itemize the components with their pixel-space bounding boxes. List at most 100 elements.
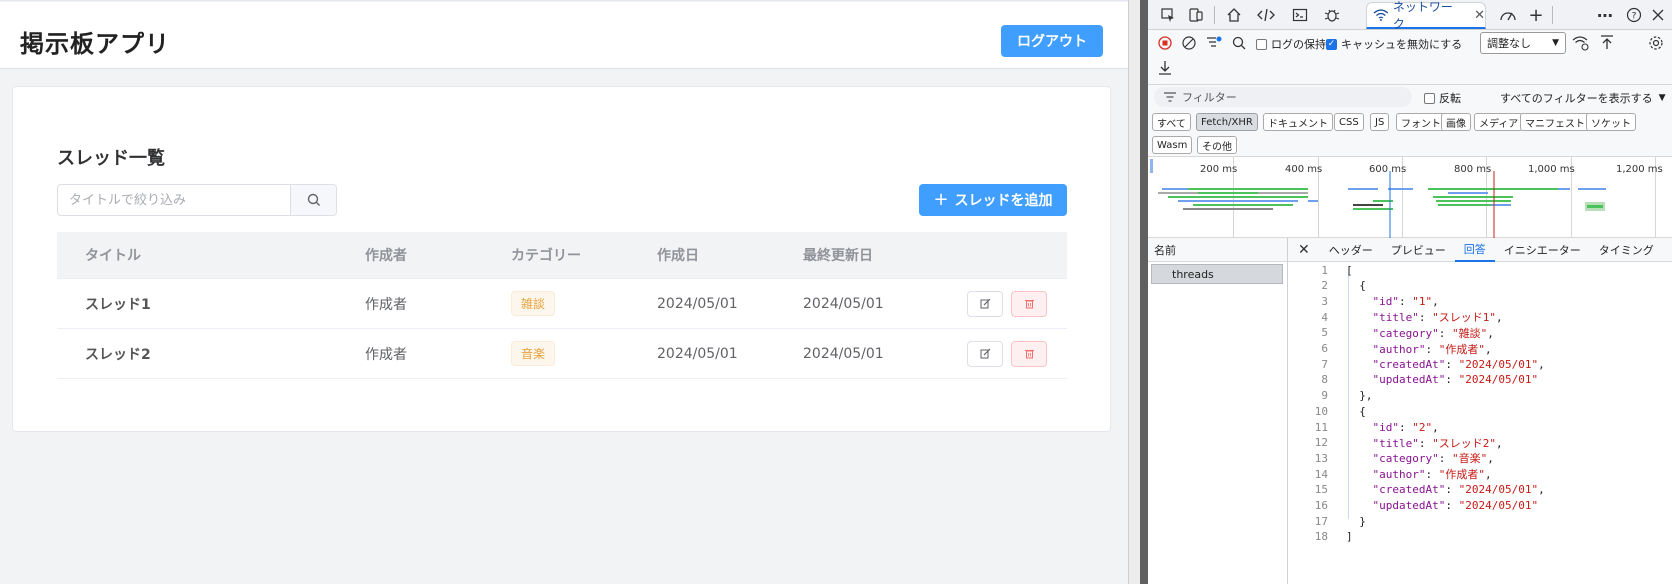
disable-cache-checkbox[interactable]: ✓ キャッシュを無効にする xyxy=(1326,36,1462,52)
name-column-header[interactable]: 名前 xyxy=(1148,238,1287,262)
chip-media[interactable]: メディア xyxy=(1474,113,1524,131)
caret-down-icon: ▼ xyxy=(1658,93,1666,103)
filter-settings-icon[interactable] xyxy=(1206,35,1222,49)
network-conditions-icon[interactable] xyxy=(1572,35,1590,51)
col-created: 作成日 xyxy=(657,248,699,264)
inspect-icon[interactable] xyxy=(1158,5,1178,25)
search-icon[interactable] xyxy=(1232,36,1246,50)
filter-input[interactable]: フィルター xyxy=(1154,87,1412,107)
tab-initiator[interactable]: イニシエーター xyxy=(1495,238,1590,262)
close-detail-icon[interactable]: ✕ xyxy=(1288,242,1320,258)
row-category: 音楽 xyxy=(511,341,556,366)
chip-image[interactable]: 画像 xyxy=(1441,113,1471,131)
line-number: 10 xyxy=(1314,404,1328,418)
response-viewer[interactable]: 1[2 {3 "id": "1", 4 "title": "スレッド1", 5 "c… xyxy=(1288,262,1672,584)
line-number: 12 xyxy=(1314,436,1328,450)
network-timeline[interactable]: 200 ms 400 ms 600 ms 800 ms 1,000 ms 1,2… xyxy=(1148,157,1672,238)
settings-gear-icon[interactable] xyxy=(1648,35,1664,51)
code-text: "author": "作成者", xyxy=(1372,342,1492,356)
performance-icon[interactable] xyxy=(1498,5,1518,25)
throttle-value: 調整なし xyxy=(1487,37,1531,50)
bug-icon[interactable] xyxy=(1322,5,1342,25)
search-button[interactable] xyxy=(290,185,336,215)
clear-icon[interactable] xyxy=(1182,36,1196,50)
close-icon[interactable]: ✕ xyxy=(1474,8,1485,23)
close-devtools-icon[interactable] xyxy=(1648,5,1668,25)
line-number: 11 xyxy=(1314,420,1328,434)
record-icon[interactable] xyxy=(1158,36,1172,50)
wifi-icon xyxy=(1373,9,1389,21)
elements-icon[interactable] xyxy=(1256,5,1276,25)
chip-font[interactable]: フォント xyxy=(1396,113,1446,131)
tab-preview[interactable]: プレビュー xyxy=(1382,238,1455,262)
network-toolbar: ログの保持 ✓ キャッシュを無効にする 調整なし ▼ xyxy=(1148,30,1672,85)
filter-placeholder: フィルター xyxy=(1182,91,1237,104)
code-text: }, xyxy=(1346,389,1373,403)
devtools-edge xyxy=(1140,0,1148,584)
code-text: "title": "スレッド1", xyxy=(1372,311,1503,325)
code-text: "updatedAt": "2024/05/01" xyxy=(1372,373,1539,387)
import-har-icon[interactable] xyxy=(1600,34,1614,50)
edit-button[interactable] xyxy=(967,340,1003,367)
code-text: "author": "作成者", xyxy=(1372,468,1492,482)
line-number: 1 xyxy=(1321,263,1328,277)
code-line: 17 } xyxy=(1288,513,1366,529)
row-actions xyxy=(967,290,1047,317)
tab-timing[interactable]: タイミング xyxy=(1590,238,1663,262)
device-toggle-icon[interactable] xyxy=(1186,5,1206,25)
preserve-log-checkbox[interactable]: ログの保持 xyxy=(1256,36,1326,52)
chip-wasm[interactable]: Wasm xyxy=(1152,136,1193,154)
code-line: 14 "author": "作成者", xyxy=(1288,466,1492,482)
code-line: 5 "category": "雑談", xyxy=(1288,325,1493,341)
resource-type-filters: すべて Fetch/XHR ドキュメント CSS JS フォント 画像 メディア… xyxy=(1148,109,1672,157)
line-number: 4 xyxy=(1321,310,1328,324)
show-all-filters-dropdown[interactable]: すべてのフィルターを表示する ▼ xyxy=(1500,90,1666,106)
tab-response[interactable]: 回答 xyxy=(1454,238,1495,262)
code-text: ] xyxy=(1346,530,1353,544)
row-category: 雑談 xyxy=(511,291,556,316)
chip-all[interactable]: すべて xyxy=(1152,113,1191,131)
invert-checkbox[interactable]: 反転 xyxy=(1424,90,1461,106)
table-row[interactable]: スレッド2 作成者 音楽 2024/05/01 2024/05/01 xyxy=(57,329,1067,379)
throttle-select[interactable]: 調整なし ▼ xyxy=(1480,32,1566,54)
chip-socket[interactable]: ソケット xyxy=(1586,113,1636,131)
edit-button[interactable] xyxy=(967,290,1003,317)
col-updated: 最終更新日 xyxy=(803,248,873,264)
code-text: "id": "1", xyxy=(1372,294,1439,308)
pane-splitter[interactable] xyxy=(1128,0,1140,584)
code-text: "createdAt": "2024/05/01", xyxy=(1372,483,1545,497)
col-title: タイトル xyxy=(85,248,141,264)
more-icon[interactable]: ⋯ xyxy=(1595,5,1615,25)
export-har-icon[interactable] xyxy=(1158,60,1172,76)
line-number: 16 xyxy=(1314,499,1328,512)
title-filter-input[interactable] xyxy=(58,185,290,215)
add-tab-icon[interactable]: + xyxy=(1526,5,1546,26)
app-title: 掲示板アプリ xyxy=(20,30,170,58)
line-number: 17 xyxy=(1314,514,1328,528)
tab-network[interactable]: ネットワーク ✕ xyxy=(1366,0,1486,31)
help-icon[interactable]: ? xyxy=(1624,5,1644,25)
delete-button[interactable] xyxy=(1011,340,1047,367)
home-icon[interactable] xyxy=(1224,5,1244,25)
screen: 掲示板アプリ ログアウト スレッド一覧 + スレッドを追加 タイトル 作成者 カ… xyxy=(0,0,1672,584)
checkbox-checked: ✓ xyxy=(1326,38,1337,50)
table-row[interactable]: スレッド1 作成者 雑談 2024/05/01 2024/05/01 xyxy=(57,279,1067,329)
request-row-threads[interactable]: threads xyxy=(1151,264,1283,284)
chip-other[interactable]: その他 xyxy=(1197,136,1237,154)
code-text: "updatedAt": "2024/05/01" xyxy=(1372,499,1539,512)
chip-css[interactable]: CSS xyxy=(1334,113,1364,131)
code-text: "category": "雑談", xyxy=(1372,326,1494,340)
chip-document[interactable]: ドキュメント xyxy=(1263,113,1333,131)
line-number: 14 xyxy=(1314,467,1328,481)
add-thread-label: スレッドを追加 xyxy=(954,193,1053,209)
search-icon xyxy=(307,193,320,206)
tab-headers[interactable]: ヘッダー xyxy=(1320,238,1382,262)
chip-fetch-xhr[interactable]: Fetch/XHR xyxy=(1196,113,1258,131)
add-thread-button[interactable]: + スレッドを追加 xyxy=(919,184,1067,216)
delete-button[interactable] xyxy=(1011,290,1047,317)
code-line: 18] xyxy=(1288,529,1353,545)
console-icon[interactable] xyxy=(1290,5,1310,25)
chip-js[interactable]: JS xyxy=(1370,113,1390,131)
logout-button[interactable]: ログアウト xyxy=(1001,25,1103,57)
chip-manifest[interactable]: マニフェスト xyxy=(1520,113,1590,131)
